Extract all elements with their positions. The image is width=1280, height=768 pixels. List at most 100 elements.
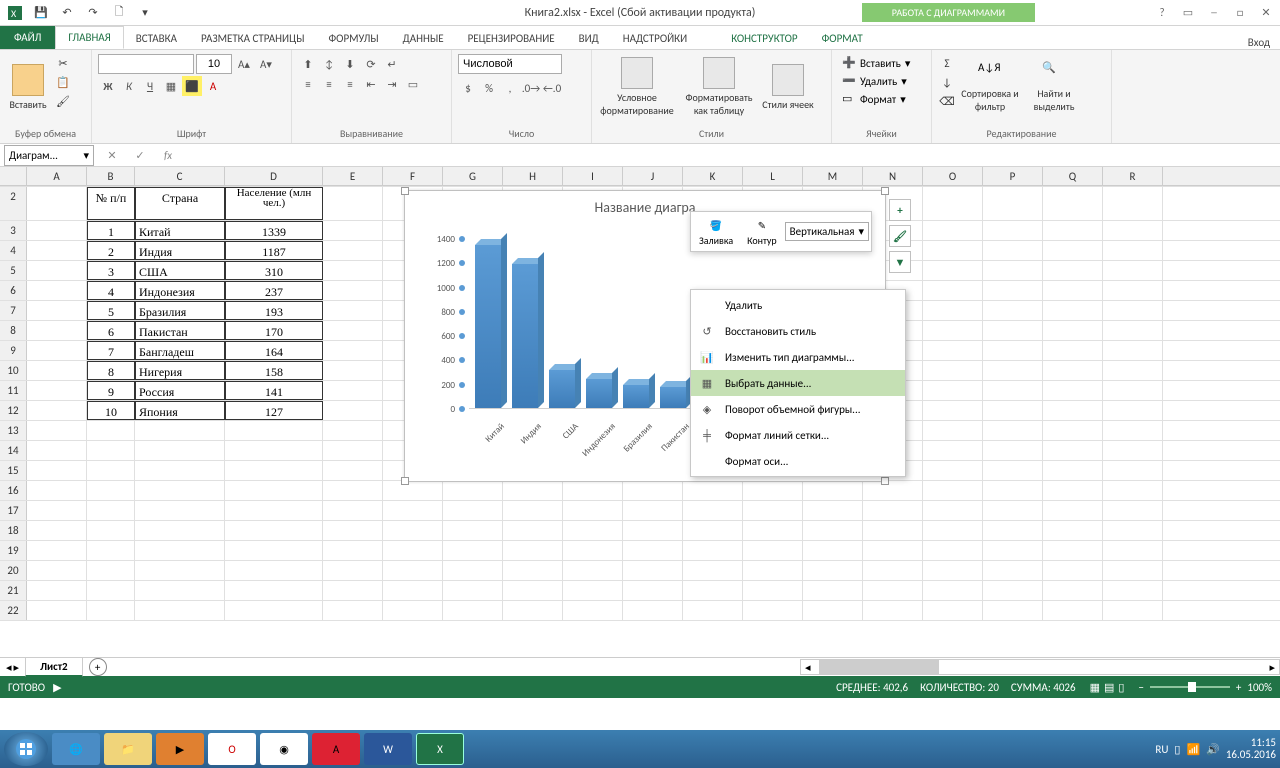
cell[interactable] [983, 441, 1043, 460]
cell[interactable] [1043, 361, 1103, 380]
cell[interactable] [383, 541, 443, 560]
column-header[interactable]: N [863, 167, 923, 185]
cell[interactable]: 1187 [225, 241, 323, 260]
cell[interactable] [225, 481, 323, 500]
cell[interactable] [1043, 281, 1103, 300]
task-ie[interactable]: 🌐 [52, 733, 100, 765]
cell[interactable]: 9 [87, 381, 135, 400]
maximize-icon[interactable]: □ [1228, 3, 1252, 23]
cell[interactable]: 3 [87, 261, 135, 280]
cell[interactable] [27, 341, 87, 360]
cell[interactable]: Пакистан [135, 321, 225, 340]
cell[interactable] [1043, 441, 1103, 460]
cell[interactable] [135, 501, 225, 520]
view-page-layout-icon[interactable]: ▤ [1104, 681, 1114, 694]
cell[interactable]: 8 [87, 361, 135, 380]
cell[interactable] [923, 321, 983, 340]
chart-bar[interactable] [549, 370, 575, 408]
row-header[interactable]: 11 [0, 381, 27, 400]
cell[interactable] [983, 541, 1043, 560]
cell[interactable] [683, 541, 743, 560]
cell[interactable]: 193 [225, 301, 323, 320]
cell[interactable] [923, 561, 983, 580]
cell[interactable] [623, 601, 683, 620]
cell[interactable] [983, 187, 1043, 220]
fill-icon[interactable]: ↓ [938, 73, 956, 91]
scroll-right-icon[interactable]: ▸ [1265, 661, 1279, 674]
cell[interactable] [323, 481, 383, 500]
column-header[interactable]: H [503, 167, 563, 185]
cell[interactable] [1103, 221, 1163, 240]
cell[interactable] [225, 521, 323, 540]
tab-page-layout[interactable]: РАЗМЕТКА СТРАНИЦЫ [189, 28, 317, 49]
row-header[interactable]: 3 [0, 221, 27, 240]
cell[interactable]: Нигерия [135, 361, 225, 380]
cell[interactable] [923, 541, 983, 560]
tab-home[interactable]: ГЛАВНАЯ [55, 26, 123, 49]
cell[interactable]: 127 [225, 401, 323, 420]
cell[interactable] [225, 501, 323, 520]
cell[interactable] [87, 601, 135, 620]
cell[interactable] [863, 601, 923, 620]
column-header[interactable]: M [803, 167, 863, 185]
wrap-text-icon[interactable]: ↵ [382, 54, 402, 74]
cell[interactable] [563, 561, 623, 580]
cell[interactable] [923, 381, 983, 400]
cell[interactable] [27, 221, 87, 240]
delete-cells-button[interactable]: ➖Удалить ▾ [838, 72, 925, 90]
task-adobe[interactable]: A [312, 733, 360, 765]
cell[interactable] [383, 581, 443, 600]
merge-icon[interactable]: ▭ [403, 74, 423, 94]
cell[interactable]: 158 [225, 361, 323, 380]
cell[interactable] [923, 187, 983, 220]
cell[interactable] [563, 481, 623, 500]
cell[interactable] [923, 341, 983, 360]
cell[interactable] [1043, 221, 1103, 240]
cell[interactable] [1043, 341, 1103, 360]
cell[interactable] [323, 561, 383, 580]
italic-button[interactable]: К [119, 76, 139, 96]
cell[interactable] [1043, 261, 1103, 280]
name-box[interactable]: Диаграм...▾ [4, 145, 94, 166]
cell[interactable]: Страна [135, 187, 225, 220]
cell[interactable] [27, 481, 87, 500]
font-family-select[interactable] [98, 54, 194, 74]
cell[interactable] [983, 261, 1043, 280]
cell[interactable] [983, 461, 1043, 480]
cell[interactable] [1103, 381, 1163, 400]
cell[interactable] [623, 541, 683, 560]
cell[interactable] [1103, 541, 1163, 560]
tray-network-icon[interactable]: 📶 [1186, 743, 1200, 756]
cell[interactable] [225, 601, 323, 620]
cell[interactable] [225, 581, 323, 600]
column-header[interactable]: R [1103, 167, 1163, 185]
ctx-3d-rotation[interactable]: ◈Поворот объемной фигуры... [691, 396, 905, 422]
cell[interactable] [135, 521, 225, 540]
cell[interactable] [1103, 561, 1163, 580]
row-header[interactable]: 7 [0, 301, 27, 320]
cell[interactable] [323, 601, 383, 620]
cell[interactable] [563, 521, 623, 540]
ribbon-options-icon[interactable]: ▭ [1176, 3, 1200, 23]
chart-y-axis[interactable]: 0200400600800100012001400 [423, 239, 457, 409]
cell[interactable] [1103, 341, 1163, 360]
cell[interactable] [383, 561, 443, 580]
column-header[interactable]: O [923, 167, 983, 185]
chart-bar[interactable] [586, 379, 612, 408]
add-sheet-button[interactable]: + [89, 658, 107, 676]
cell[interactable] [27, 321, 87, 340]
cell[interactable] [983, 481, 1043, 500]
cell[interactable] [803, 501, 863, 520]
save-icon[interactable]: 💾 [30, 2, 52, 24]
cell[interactable] [443, 481, 503, 500]
cell[interactable] [383, 601, 443, 620]
cell[interactable]: № п/п [87, 187, 135, 220]
cell[interactable] [983, 281, 1043, 300]
cell[interactable] [1103, 501, 1163, 520]
cell[interactable] [503, 601, 563, 620]
ctx-format-gridlines[interactable]: ╪Формат линий сетки... [691, 422, 905, 448]
cell[interactable] [323, 241, 383, 260]
macro-record-icon[interactable]: ▶ [53, 681, 61, 694]
format-painter-icon[interactable]: 🖌 [54, 92, 72, 110]
cell[interactable] [443, 521, 503, 540]
